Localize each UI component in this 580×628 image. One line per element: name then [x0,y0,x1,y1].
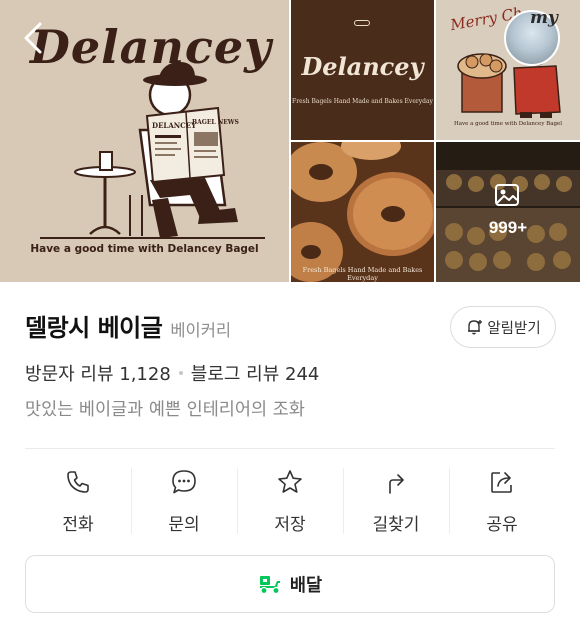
delivery-button[interactable]: 배달 [25,555,555,613]
chevron-left-icon [24,22,42,54]
inquiry-button[interactable]: 문의 [131,462,237,538]
main-photo-tagline: Have a good time with Delancey Bagel [30,243,259,255]
place-description: 맛있는 베이글과 예쁜 인테리어의 조화 [25,400,305,420]
svg-text:DELANCEY: DELANCEY [152,121,197,130]
bell-plus-icon [468,320,483,335]
save-label: 저장 [274,515,306,535]
directions-label: 길찾기 [372,515,420,535]
alarm-label: 알림받기 [487,320,541,337]
share-label: 공유 [486,515,518,535]
delivery-label: 배달 [289,575,323,596]
main-photo-logo-text: Delancey [30,20,272,74]
inquiry-label: 문의 [168,515,200,535]
photo-gallery: DELANCEY BAGEL NEWS Delancey Have a good… [0,0,580,282]
place-name: 델랑시 베이글 [25,314,163,342]
divider [25,448,555,449]
action-bar: 전화 문의 저장 길찾기 공유 [25,462,555,538]
place-title-row: 델랑시 베이글 베이커리 [25,308,231,342]
place-category: 베이커리 [170,321,232,340]
svg-text:BAGEL NEWS: BAGEL NEWS [192,119,239,126]
bagel-badge-icon [354,20,370,26]
delivery-scooter-icon [259,576,280,595]
more-photos-count: 999+ [488,218,528,237]
directions-button[interactable]: 길찾기 [343,462,449,538]
blog-review-link[interactable]: 블로그 리뷰 244 [191,360,320,386]
my-badge-text: my [530,8,558,28]
back-button[interactable] [18,18,50,58]
more-photos-overlay[interactable] [436,142,580,282]
directions-icon [389,474,404,494]
gallery-photo-christmas[interactable]: Merry Ch Have a good time with Delancey … [436,0,580,140]
share-icon [491,472,512,493]
tile-tagline: Have a good time with Delancey Bagel [453,121,563,127]
tile-logo-text: Delancey [301,52,424,81]
phone-icon [67,471,89,493]
call-label: 전화 [62,515,94,535]
gallery-photo-bagels[interactable]: Fresh Bagels Hand Made and Bakes Everyda… [291,142,434,282]
image-icon [495,184,519,206]
review-summary: 방문자 리뷰 1,128 블로그 리뷰 244 [25,360,319,386]
chat-icon [172,470,196,494]
tile-tagline: Fresh Bagels Hand Made and Bakes Everyda… [302,266,423,282]
call-button[interactable]: 전화 [25,462,131,538]
gallery-photo-logo-card[interactable]: Delancey Fresh Bagels Hand Made and Bake… [291,0,434,140]
star-icon [278,470,302,493]
save-button[interactable]: 저장 [237,462,343,538]
tile-tagline: Fresh Bagels Hand Made and Bakes Everyda… [292,98,433,105]
visitor-review-link[interactable]: 방문자 리뷰 1,128 [25,360,171,386]
bagels-photo [291,142,434,282]
separator-dot [178,371,183,375]
share-button[interactable]: 공유 [449,462,555,538]
alarm-button[interactable]: 알림받기 [450,306,556,348]
